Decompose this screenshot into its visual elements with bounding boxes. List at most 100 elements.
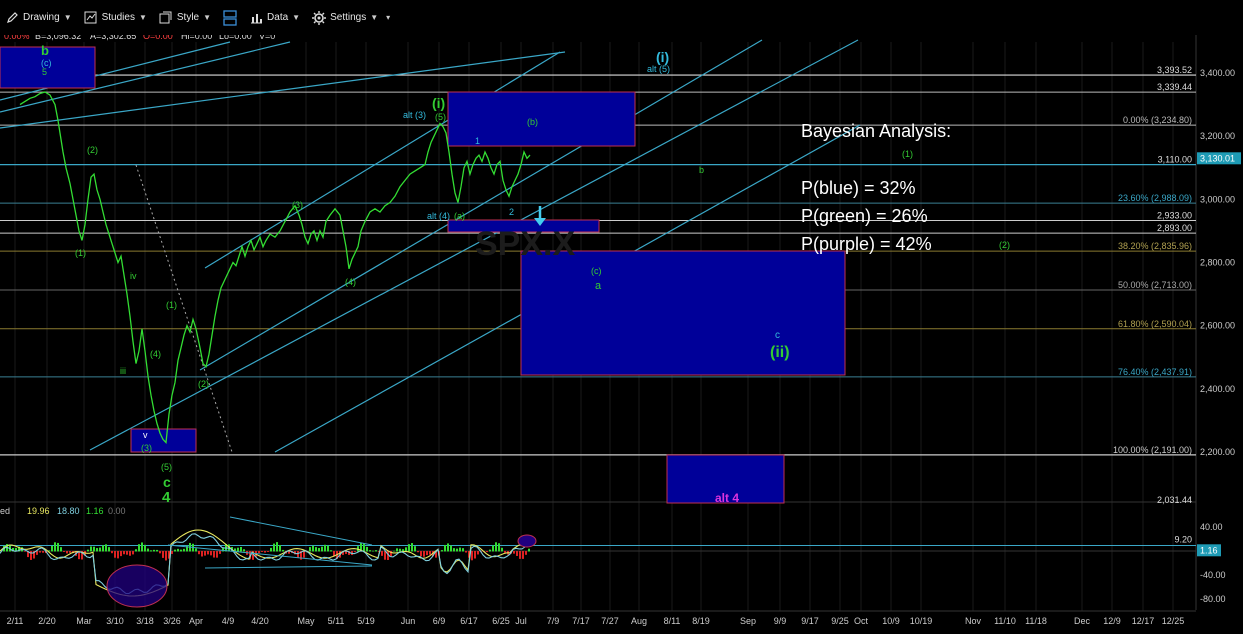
bar-chart-icon <box>249 11 263 25</box>
settings-menu-button[interactable]: Settings ▼ ▾ <box>309 8 393 28</box>
histogram-bar <box>60 547 62 552</box>
histogram-bar <box>99 547 101 552</box>
layout-button[interactable] <box>220 8 240 28</box>
x-tick: 4/9 <box>222 616 235 626</box>
x-tick: 6/9 <box>433 616 446 626</box>
histogram-bar <box>195 548 197 552</box>
histogram-bar <box>114 551 116 558</box>
last-price-value: 3,130.01 <box>1200 153 1235 163</box>
oscillator-highlight-ellipse <box>106 564 168 608</box>
wave-label: (b) <box>527 117 538 127</box>
histogram-bar <box>519 551 521 559</box>
y-tick: 2,800.00 <box>1200 258 1235 268</box>
histogram-bar <box>303 551 305 558</box>
oscillator-tick: -80.00 <box>1200 594 1226 604</box>
wave-label: alt (3) <box>403 110 426 120</box>
histogram-bar <box>423 551 425 557</box>
x-tick: 9/25 <box>831 616 849 626</box>
style-menu-button[interactable]: Style ▼ <box>156 8 214 28</box>
x-tick: 5/19 <box>357 616 375 626</box>
wave-label: iv <box>130 271 137 281</box>
histogram-bar <box>93 546 95 552</box>
x-tick: 12/25 <box>1162 616 1185 626</box>
histogram-bar <box>123 551 125 555</box>
level-label: 50.00% (2,713.00) <box>1118 280 1192 290</box>
x-tick: 6/25 <box>492 616 510 626</box>
oscillator-last-value: 1.16 <box>1200 545 1218 555</box>
y-tick: 3,200.00 <box>1200 131 1235 141</box>
indicator-label: ed <box>0 506 10 516</box>
wave-label: iii <box>120 366 126 376</box>
oscillator-tick: -40.00 <box>1200 570 1226 580</box>
x-tick: Apr <box>189 616 203 626</box>
histogram-bar <box>381 551 383 556</box>
level-label: 76.40% (2,437.91) <box>1118 367 1192 377</box>
x-tick: 7/27 <box>601 616 619 626</box>
histogram-bar <box>129 551 131 556</box>
pencil-icon <box>5 11 19 25</box>
toolbar: Drawing ▼ Studies ▼ Style ▼ Data ▼ Setti… <box>0 0 1243 35</box>
x-tick: Oct <box>854 616 869 626</box>
histogram-bar <box>153 549 155 552</box>
gear-icon <box>312 10 327 25</box>
histogram-bar <box>498 543 500 552</box>
wave-label: (1) <box>902 149 913 159</box>
histogram-bar <box>258 551 260 554</box>
histogram-bar <box>411 543 413 552</box>
wave-label: (5) <box>161 462 172 472</box>
histogram-bar <box>414 546 416 552</box>
wave-label: 2 <box>509 207 514 217</box>
histogram-bar <box>87 549 89 552</box>
watermark: SPX.X <box>475 225 575 263</box>
x-tick: 9/17 <box>801 616 819 626</box>
data-menu-button[interactable]: Data ▼ <box>246 8 303 28</box>
histogram-bar <box>219 551 221 554</box>
histogram-bar <box>522 551 524 559</box>
histogram-bar <box>318 548 320 552</box>
x-tick: 11/18 <box>1025 616 1047 626</box>
wave-label: (4) <box>345 277 356 287</box>
histogram-bar <box>366 546 368 552</box>
histogram-bar <box>204 551 206 556</box>
histogram-bar <box>138 544 140 552</box>
level-label: 100.00% (2,191.00) <box>1113 445 1192 455</box>
level-label: 2,031.44 <box>1157 495 1192 505</box>
histogram-bar <box>243 549 245 552</box>
x-tick: Dec <box>1074 616 1091 626</box>
x-tick: Jun <box>401 616 416 626</box>
x-tick: 12/9 <box>1103 616 1121 626</box>
histogram-bar <box>132 551 134 555</box>
wave-label: (3) <box>141 443 152 453</box>
histogram-bar <box>528 548 530 552</box>
histogram-bar <box>456 548 458 552</box>
wave-label: (ii) <box>770 344 790 361</box>
x-tick: 7/17 <box>572 616 590 626</box>
x-tick: 3/26 <box>163 616 181 626</box>
level-label: 3,339.44 <box>1157 82 1192 92</box>
histogram-bar <box>213 551 215 558</box>
histogram-bar <box>39 551 41 553</box>
histogram-bar <box>267 551 269 552</box>
histogram-bar <box>54 542 56 552</box>
histogram-bar <box>207 551 209 555</box>
histogram-bar <box>135 549 137 552</box>
x-tick: 7/9 <box>547 616 560 626</box>
histogram-bar <box>525 551 527 555</box>
histogram-bar <box>444 544 446 552</box>
histogram-bar <box>327 545 329 552</box>
studies-menu-button[interactable]: Studies ▼ <box>81 8 150 28</box>
analysis-title: Bayesian Analysis: <box>801 121 951 141</box>
histogram-bar <box>495 542 497 552</box>
histogram-bar <box>264 551 266 553</box>
wave-label: alt 4 <box>715 491 739 505</box>
histogram-bar <box>429 551 431 555</box>
drawing-menu-button[interactable]: Drawing ▼ <box>2 8 75 28</box>
x-tick: 5/11 <box>328 616 345 626</box>
level-label: 0.00% (3,234.80) <box>1123 115 1192 125</box>
wave-label: c <box>163 474 171 490</box>
histogram-bar <box>315 547 317 552</box>
wave-label: (2) <box>198 379 209 389</box>
wave-label: (i) <box>432 95 445 111</box>
chart-area[interactable]: SPX.X 3,393.52 3,339.44 0.00% (3,234.80)… <box>0 0 1243 634</box>
histogram-bar <box>270 547 272 552</box>
